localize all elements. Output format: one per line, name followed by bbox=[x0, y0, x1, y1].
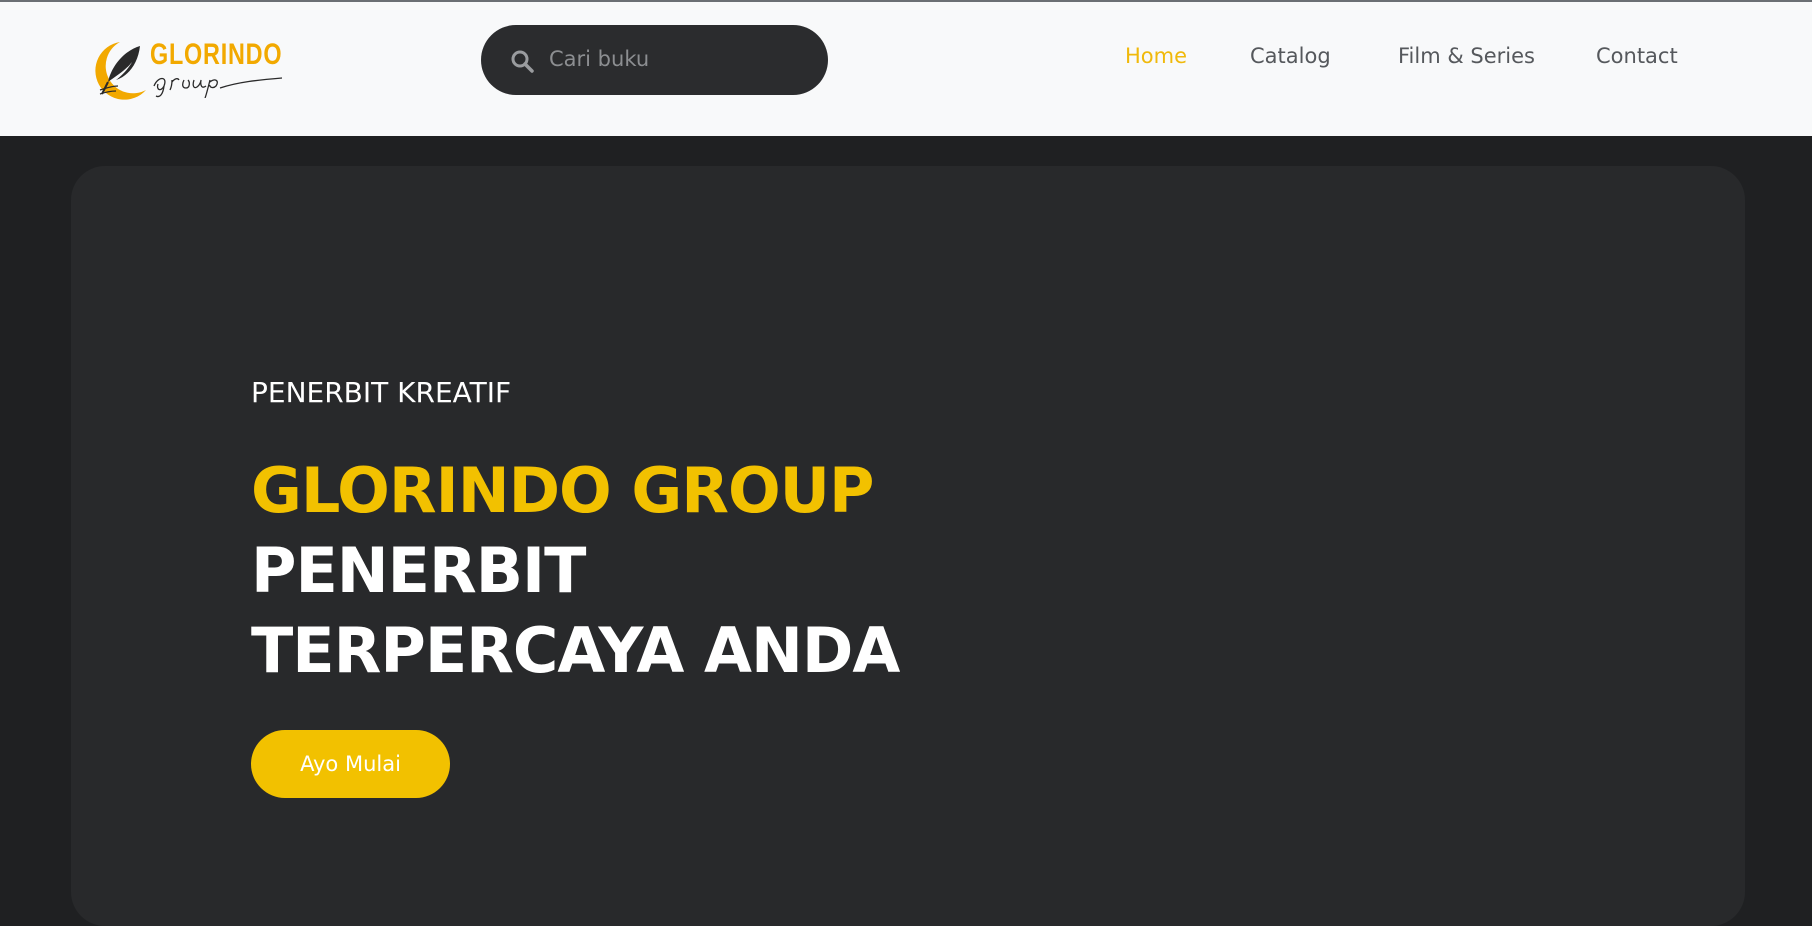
get-started-button[interactable]: Ayo Mulai bbox=[251, 730, 450, 798]
nav-home-link[interactable]: Home bbox=[1125, 44, 1187, 68]
nav-film-series-link[interactable]: Film & Series bbox=[1398, 44, 1535, 68]
hero-kicker: PENERBIT KREATIF bbox=[251, 376, 512, 409]
nav-contact-link[interactable]: Contact bbox=[1596, 44, 1678, 68]
hero-title: GLORINDO GROUP PENERBIT TERPERCAYA ANDA bbox=[251, 451, 1051, 691]
hero-title-line3: TERPERCAYA ANDA bbox=[251, 614, 900, 687]
hero-title-line2: PENERBIT bbox=[251, 534, 586, 607]
hero-title-brand: GLORINDO GROUP bbox=[251, 454, 874, 527]
hero-card: PENERBIT KREATIF GLORINDO GROUP PENERBIT… bbox=[71, 166, 1745, 926]
nav-catalog-link[interactable]: Catalog bbox=[1250, 44, 1331, 68]
main-nav: Home Catalog Film & Series Contact bbox=[0, 44, 1812, 78]
site-header: GLORINDO Home Catalog Film & Series Cont… bbox=[0, 2, 1812, 136]
